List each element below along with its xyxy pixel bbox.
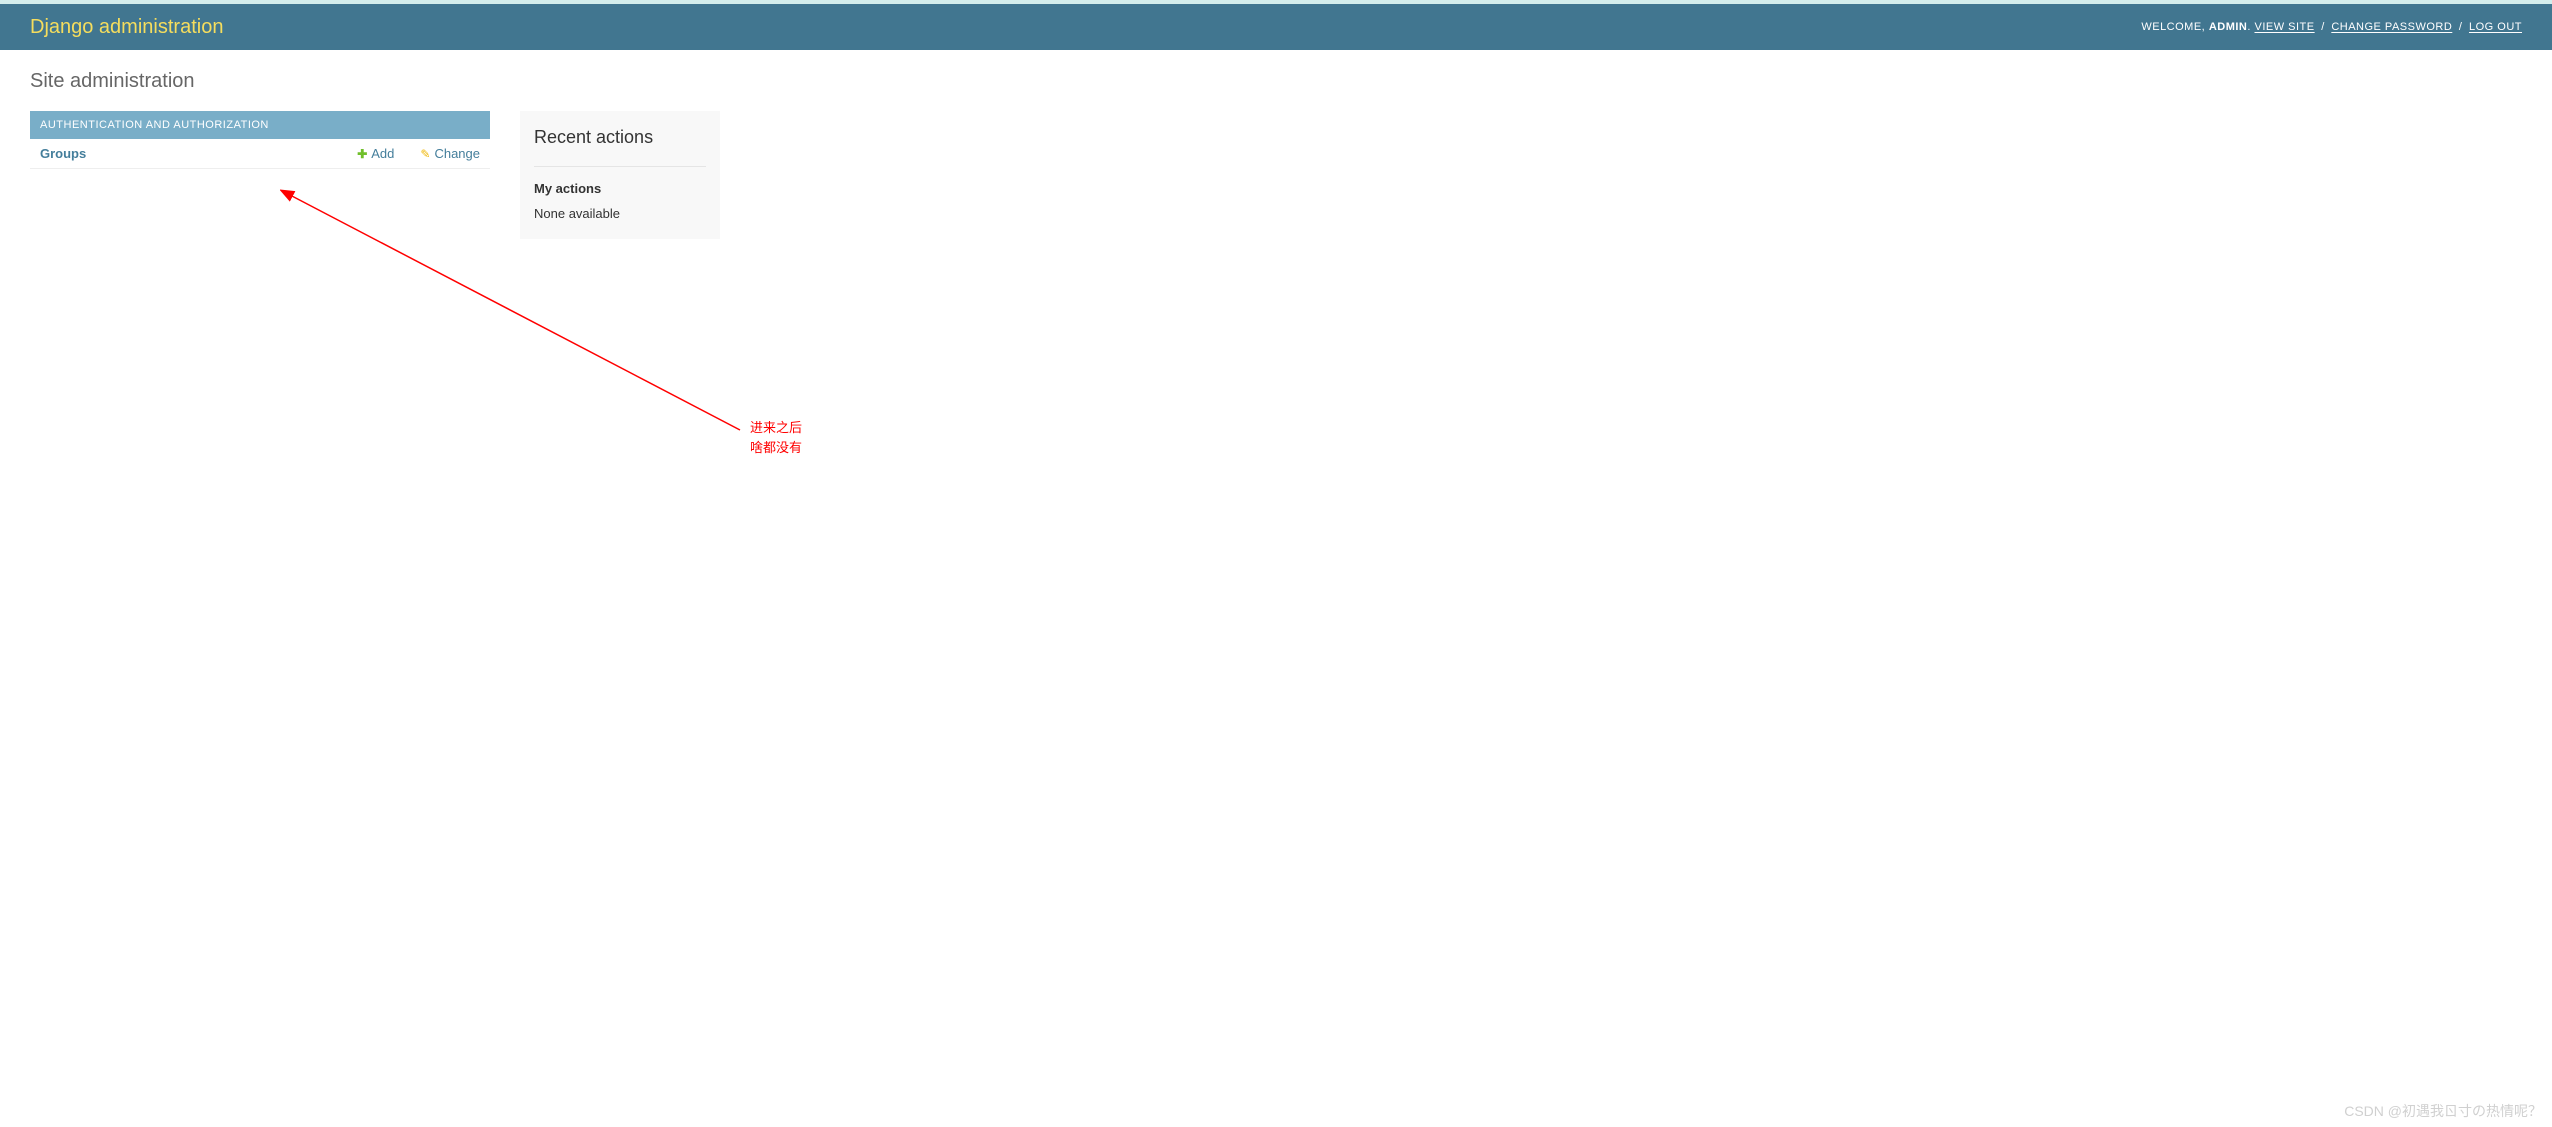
recent-actions-module: Recent actions My actions None available bbox=[520, 111, 720, 239]
change-label: Change bbox=[434, 146, 480, 161]
sep-dot: . bbox=[2247, 21, 2251, 33]
pencil-icon: ✎ bbox=[420, 147, 430, 161]
add-label: Add bbox=[371, 146, 394, 161]
plus-icon: ✚ bbox=[357, 147, 367, 161]
change-password-link[interactable]: CHANGE PASSWORD bbox=[2331, 21, 2452, 33]
welcome-text: WELCOME, bbox=[2141, 21, 2205, 33]
user-tools: WELCOME, ADMIN. VIEW SITE / CHANGE PASSW… bbox=[2141, 21, 2522, 33]
username: ADMIN bbox=[2209, 21, 2248, 33]
sep-slash-1: / bbox=[2321, 21, 2325, 33]
annotation-text: 进来之后 啥都没有 bbox=[750, 418, 802, 457]
view-site-link[interactable]: VIEW SITE bbox=[2255, 21, 2315, 33]
content: Site administration AUTHENTICATION AND A… bbox=[0, 50, 2552, 259]
columns: AUTHENTICATION AND AUTHORIZATION Groups … bbox=[30, 111, 2522, 239]
watermark: CSDN @初遇我ㄖ寸の热情呢？ bbox=[2344, 1101, 2542, 1121]
main-column: AUTHENTICATION AND AUTHORIZATION Groups … bbox=[30, 111, 490, 169]
model-row-groups: Groups ✚ Add ✎ Change bbox=[30, 139, 490, 169]
recent-actions-title: Recent actions bbox=[534, 127, 706, 148]
annotation-line2: 啥都没有 bbox=[750, 438, 802, 458]
sidebar: Recent actions My actions None available bbox=[520, 111, 720, 239]
sep-slash-2: / bbox=[2459, 21, 2463, 33]
header: Django administration WELCOME, ADMIN. VI… bbox=[0, 4, 2552, 50]
my-actions-title: My actions bbox=[534, 166, 706, 196]
annotation-line1: 进来之后 bbox=[750, 418, 802, 438]
page-title: Site administration bbox=[30, 70, 2522, 93]
none-available: None available bbox=[534, 206, 706, 221]
logout-link[interactable]: LOG OUT bbox=[2469, 21, 2522, 33]
model-link-groups[interactable]: Groups bbox=[40, 146, 331, 161]
add-link-groups[interactable]: ✚ Add bbox=[357, 146, 394, 161]
app-caption-auth[interactable]: AUTHENTICATION AND AUTHORIZATION bbox=[30, 111, 490, 139]
app-module-auth: AUTHENTICATION AND AUTHORIZATION Groups … bbox=[30, 111, 490, 169]
branding-link[interactable]: Django administration bbox=[30, 16, 223, 39]
change-link-groups[interactable]: ✎ Change bbox=[420, 146, 480, 161]
